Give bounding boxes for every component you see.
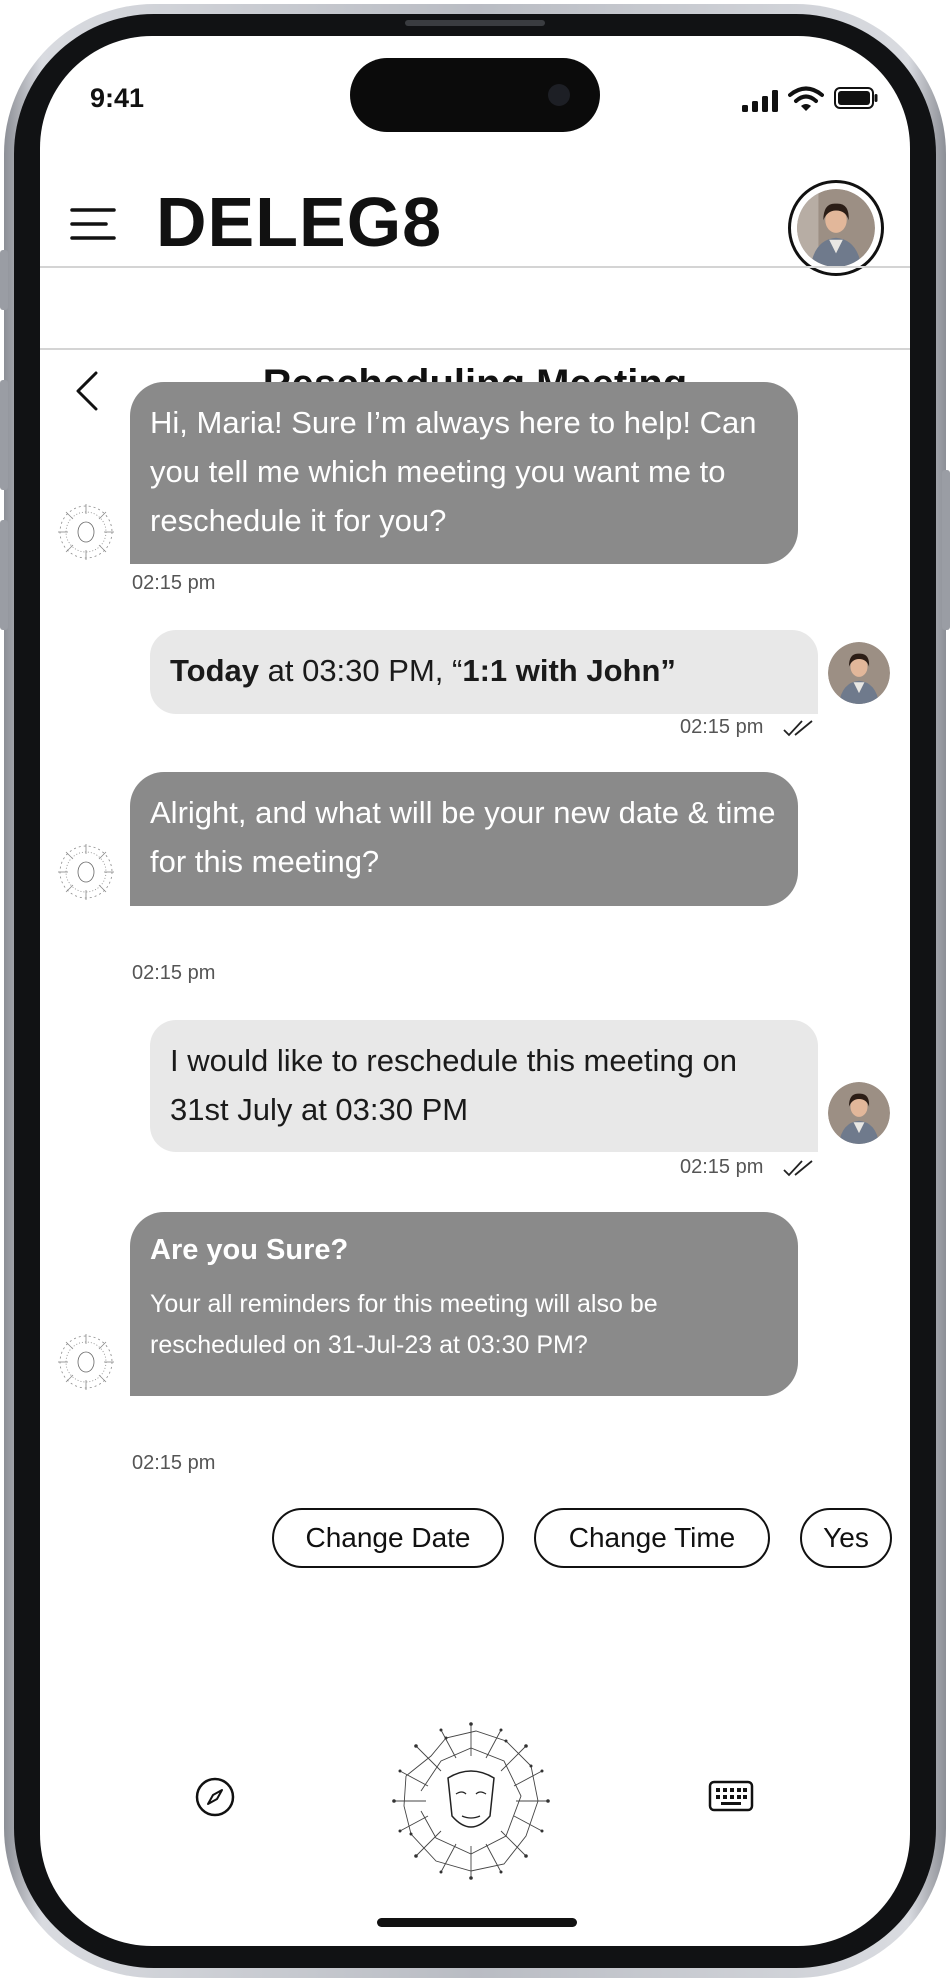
header-divider (40, 266, 910, 268)
message-text: Hi, Maria! Sure I’m always here to help!… (150, 405, 757, 538)
menu-icon[interactable] (70, 206, 116, 242)
assistant-voice-icon[interactable] (386, 1716, 556, 1886)
assistant-avatar-icon (58, 504, 114, 560)
status-time: 9:41 (90, 83, 145, 113)
message-timestamp: 02:15 pm (132, 572, 216, 594)
volume-down-button (0, 520, 8, 630)
message-timestamp: 02:15 pm (132, 962, 216, 984)
speaker-grille (405, 20, 545, 26)
volume-up-button (0, 380, 8, 490)
message-text-bold: Today (170, 653, 259, 688)
double-check-icon (783, 1160, 813, 1177)
wifi-icon (788, 86, 824, 111)
confirmation-text: Your all reminders for this meeting will… (150, 1290, 658, 1359)
assistant-avatar-icon (58, 1334, 114, 1390)
bot-message: Hi, Maria! Sure I’m always here to help!… (130, 382, 798, 564)
battery-icon (834, 87, 878, 109)
bot-message: Alright, and what will be your new date … (130, 772, 798, 906)
profile-avatar[interactable] (788, 180, 884, 276)
action-button (0, 250, 8, 310)
change-date-button[interactable]: Change Date (272, 1508, 504, 1568)
user-message: Today at 03:30 PM, “1:1 with John” (150, 630, 818, 714)
user-avatar (828, 642, 890, 704)
yes-button[interactable]: Yes (800, 1508, 892, 1568)
compass-icon[interactable] (194, 1776, 236, 1818)
avatar-photo (797, 189, 875, 267)
message-text: at 03:30 PM, “ (259, 653, 463, 688)
change-time-button[interactable]: Change Time (534, 1508, 770, 1568)
message-timestamp: 02:15 pm (680, 716, 764, 738)
dynamic-island (350, 58, 600, 132)
phone-screen: 9:41 DELEG8 Hi, Maria! Sure I’m always h… (40, 36, 910, 1946)
assistant-avatar-icon (58, 844, 114, 900)
keyboard-icon[interactable] (708, 1780, 754, 1812)
message-text: Alright, and what will be your new date … (150, 795, 776, 879)
message-text-bold: 1:1 with John” (462, 653, 676, 688)
home-indicator[interactable] (377, 1918, 577, 1927)
user-avatar (828, 1082, 890, 1144)
confirmation-title: Are you Sure? (150, 1234, 349, 1266)
user-message: I would like to reschedule this meeting … (150, 1020, 818, 1152)
bot-confirmation-message: Are you Sure? Your all reminders for thi… (130, 1212, 798, 1396)
app-logo-text: DELEG8 (156, 183, 443, 261)
title-divider (40, 348, 910, 350)
double-check-icon (783, 720, 813, 737)
message-text: I would like to reschedule this meeting … (170, 1043, 737, 1127)
message-timestamp: 02:15 pm (680, 1156, 764, 1178)
cellular-signal-icon (742, 90, 778, 112)
power-button (942, 470, 950, 630)
message-timestamp: 02:15 pm (132, 1452, 216, 1474)
